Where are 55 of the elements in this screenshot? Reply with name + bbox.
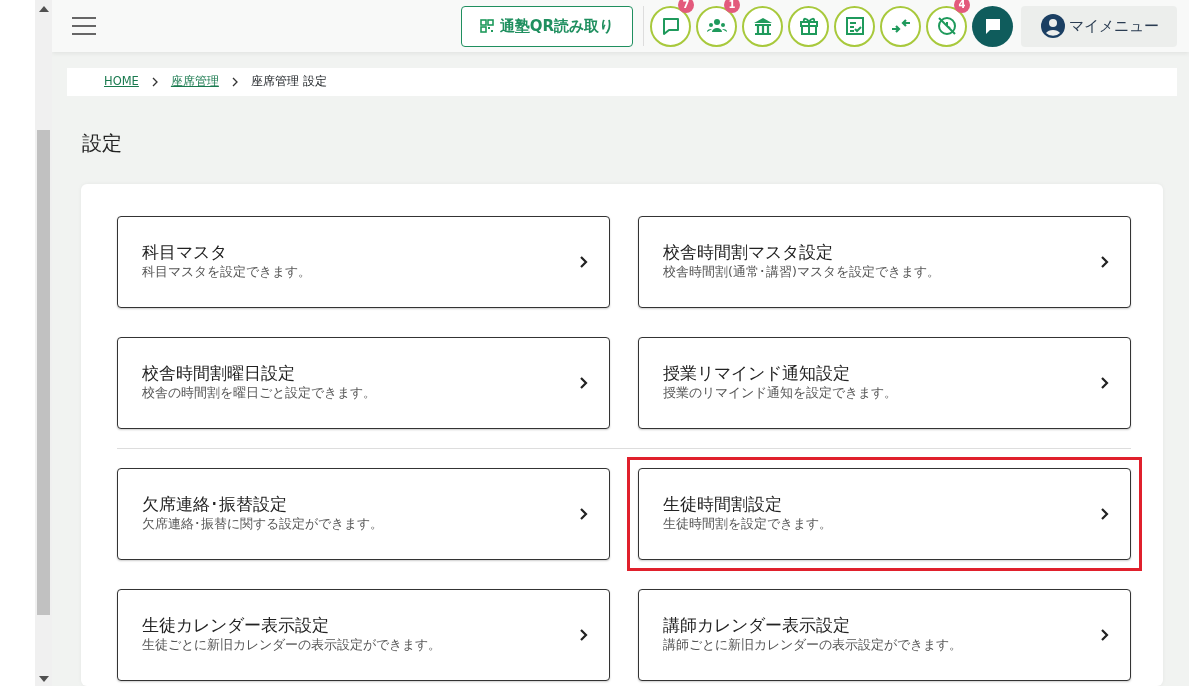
chevron-right-icon <box>1100 255 1110 269</box>
settings-item[interactable]: 生徒カレンダー表示設定 生徒ごとに新旧カレンダーの表示設定ができます。 <box>117 589 610 681</box>
item-description: 授業のリマインド通知を設定できます。 <box>663 383 897 402</box>
arrows-inward-button[interactable] <box>880 5 921 47</box>
settings-item[interactable]: 生徒時間割設定 生徒時間割を設定できます。 <box>638 468 1131 560</box>
qr-reader-button[interactable]: 通塾QR読み取り <box>460 5 633 47</box>
scroll-bar[interactable] <box>35 0 52 686</box>
item-description: 科目マスタを設定できます。 <box>142 262 311 281</box>
building-button[interactable] <box>742 5 783 47</box>
page-title: 設定 <box>82 130 123 157</box>
item-title: 科目マスタ <box>142 242 228 263</box>
settings-item[interactable]: 講師カレンダー表示設定 講師ごとに新旧カレンダーの表示設定ができます。 <box>638 589 1131 681</box>
checklist-button[interactable] <box>834 5 875 47</box>
settings-item[interactable]: 校舎時間割曜日設定 校舎の時間割を曜日ごと設定できます。 <box>117 337 610 429</box>
qr-code-icon <box>479 19 494 33</box>
settings-item[interactable]: 授業リマインド通知設定 授業のリマインド通知を設定できます。 <box>638 337 1131 429</box>
breadcrumb-current: 座席管理 設定 <box>250 73 327 91</box>
item-description: 欠席連絡･振替に関する設定ができます。 <box>142 514 383 533</box>
chevron-right-icon <box>1100 376 1110 390</box>
breadcrumb-link[interactable]: HOME <box>104 73 139 91</box>
item-description: 校舎の時間割を曜日ごと設定できます。 <box>142 383 376 402</box>
chevron-right-icon <box>579 255 589 269</box>
chevron-right-icon <box>1100 628 1110 642</box>
settings-item[interactable]: 欠席連絡･振替設定 欠席連絡･振替に関する設定ができます。 <box>117 468 610 560</box>
menu-icon[interactable] <box>72 17 96 35</box>
clock-crossed-icon <box>935 15 958 37</box>
checklist-icon <box>843 15 866 37</box>
item-title: 欠席連絡･振替設定 <box>142 494 288 515</box>
gift-button[interactable] <box>788 5 829 47</box>
item-description: 校舎時間割(通常･講習)マスタを設定できます。 <box>663 262 940 281</box>
item-title: 講師カレンダー表示設定 <box>663 615 851 636</box>
item-title: 授業リマインド通知設定 <box>663 363 851 384</box>
chevron-right-icon <box>1100 507 1110 521</box>
item-title: 生徒カレンダー表示設定 <box>142 615 330 636</box>
user-avatar-icon <box>1041 14 1065 38</box>
settings-item[interactable]: 科目マスタ 科目マスタを設定できます。 <box>117 216 610 308</box>
item-title: 生徒時間割設定 <box>663 494 783 515</box>
chevron-right-icon <box>150 77 159 87</box>
item-description: 講師ごとに新旧カレンダーの表示設定ができます。 <box>663 635 962 654</box>
notification-badge: 4 <box>954 0 970 13</box>
messages-button[interactable] <box>972 5 1013 47</box>
notification-badge: 7 <box>678 0 694 13</box>
gift-icon <box>797 15 820 37</box>
settings-item[interactable]: 校舎時間割マスタ設定 校舎時間割(通常･講習)マスタを設定できます。 <box>638 216 1131 308</box>
item-title: 校舎時間割曜日設定 <box>142 363 296 384</box>
chevron-right-icon <box>230 77 239 87</box>
notification-badge: 1 <box>724 0 740 13</box>
item-description: 生徒ごとに新旧カレンダーの表示設定ができます。 <box>142 635 441 654</box>
item-description: 生徒時間割を設定できます。 <box>663 514 832 533</box>
my-menu-button[interactable]: マイメニュー <box>1021 5 1177 47</box>
chevron-right-icon <box>579 376 589 390</box>
breadcrumb-link[interactable]: 座席管理 <box>170 73 219 91</box>
item-title: 校舎時間割マスタ設定 <box>663 242 834 263</box>
chevron-right-icon <box>579 507 589 521</box>
chevron-right-icon <box>579 628 589 642</box>
